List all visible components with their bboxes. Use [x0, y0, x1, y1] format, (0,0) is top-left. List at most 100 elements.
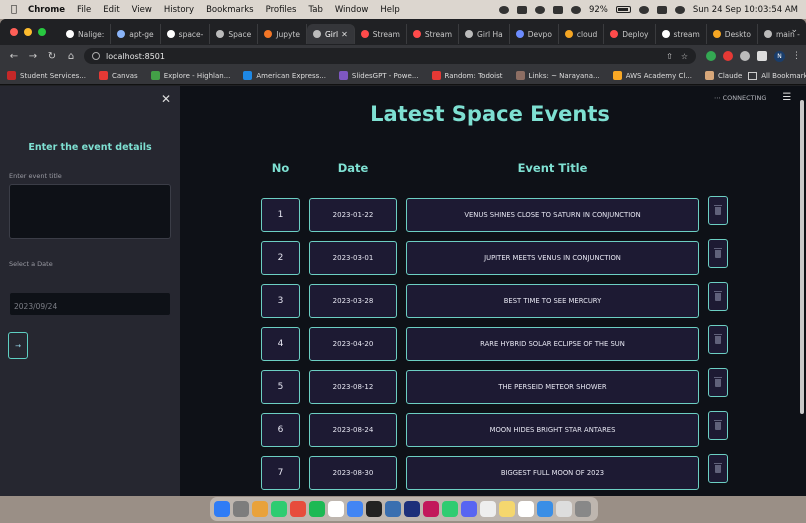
menu-file[interactable]: File	[77, 5, 91, 15]
dock-app-icon[interactable]	[480, 501, 496, 517]
chrome-menu-icon[interactable]: ⋮	[792, 51, 801, 61]
close-window-button[interactable]	[10, 28, 18, 36]
bookmark-item[interactable]: American Express...	[243, 71, 326, 80]
dock-app-icon[interactable]	[423, 501, 439, 517]
close-sidebar-icon[interactable]: ✕	[161, 92, 171, 106]
delete-event-button[interactable]	[708, 282, 728, 311]
tab[interactable]: apt-ge	[111, 24, 161, 44]
address-bar[interactable]: localhost:8501 ⇧ ☆	[84, 48, 696, 64]
menu-tab[interactable]: Tab	[308, 5, 322, 15]
delete-event-button[interactable]	[708, 239, 728, 268]
dock-app-icon[interactable]	[252, 501, 268, 517]
profile-avatar[interactable]: N	[774, 50, 785, 62]
siri-icon[interactable]	[674, 5, 685, 14]
scrollbar[interactable]	[800, 100, 804, 414]
bookmark-item[interactable]: AWS Academy Cl...	[612, 71, 692, 80]
tab[interactable]: Deploy	[604, 24, 656, 44]
tab[interactable]: stream	[656, 24, 707, 44]
delete-event-button[interactable]	[708, 325, 728, 354]
clock[interactable]: Sun 24 Sep 10:03:54 AM	[693, 5, 798, 15]
dock-app-icon[interactable]	[233, 501, 249, 517]
all-bookmarks-button[interactable]: All Bookmarks	[748, 71, 806, 80]
tab[interactable]: Jupyte	[258, 24, 307, 44]
menu-history[interactable]: History	[164, 5, 194, 15]
bookmark-item[interactable]: Claude	[704, 71, 742, 80]
bookmark-item[interactable]: Links: ~ Narayana...	[515, 71, 600, 80]
tab[interactable]: Stream	[355, 24, 407, 44]
bookmark-item[interactable]: SlidesGPT - Powe...	[338, 71, 419, 80]
back-icon[interactable]: ←	[9, 51, 19, 62]
dock-app-icon[interactable]	[575, 501, 591, 517]
tab[interactable]: cloud	[559, 24, 605, 44]
trash-icon	[714, 333, 722, 344]
bluetooth-icon[interactable]	[552, 5, 563, 14]
home-icon[interactable]: ⌂	[66, 51, 76, 62]
minimize-window-button[interactable]	[24, 28, 32, 36]
delete-event-button[interactable]	[708, 411, 728, 440]
status-icon[interactable]	[498, 5, 509, 14]
dock-app-icon[interactable]	[214, 501, 230, 517]
wifi-icon[interactable]	[638, 5, 649, 14]
tab[interactable]: main -	[758, 24, 806, 44]
tab[interactable]: Girl Ha	[459, 24, 510, 44]
menu-profiles[interactable]: Profiles	[266, 5, 297, 15]
address-url[interactable]: localhost:8501	[106, 52, 165, 61]
forward-icon[interactable]: →	[28, 51, 38, 62]
site-info-icon[interactable]	[92, 52, 100, 60]
bookmark-item[interactable]: Explore - Highlan...	[150, 71, 230, 80]
side-panel-icon[interactable]	[757, 51, 767, 61]
dock-app-icon[interactable]	[366, 501, 382, 517]
display-icon[interactable]	[516, 5, 527, 14]
extension-icon[interactable]	[706, 51, 716, 61]
delete-event-button[interactable]	[708, 368, 728, 397]
dock-app-icon[interactable]	[499, 501, 515, 517]
reload-icon[interactable]: ↻	[47, 51, 57, 62]
bookmark-item[interactable]: Random: Todoist	[431, 71, 503, 80]
delete-event-button[interactable]	[708, 196, 728, 225]
menu-help[interactable]: Help	[380, 5, 399, 15]
tab[interactable]: Devpo	[510, 24, 559, 44]
tab[interactable]: Space	[210, 24, 259, 44]
tab[interactable]: Stream	[407, 24, 460, 44]
dock-app-icon[interactable]	[290, 501, 306, 517]
trash-icon	[714, 290, 722, 301]
dock-app-icon[interactable]	[271, 501, 287, 517]
dock-app-icon[interactable]	[537, 501, 553, 517]
close-tab-icon[interactable]: ✕	[341, 30, 348, 39]
tab[interactable]: space-	[161, 24, 211, 44]
tab-search-chevron-icon[interactable]: ⌄	[790, 25, 798, 35]
dock-app-icon[interactable]	[385, 501, 401, 517]
zoom-window-button[interactable]	[38, 28, 46, 36]
trash-icon	[714, 247, 722, 258]
menu-app-name[interactable]: Chrome	[28, 5, 65, 15]
dock-app-icon[interactable]	[442, 501, 458, 517]
extension-icon[interactable]	[723, 51, 733, 61]
tab-label: stream	[673, 29, 700, 39]
control-center-icon[interactable]	[656, 5, 667, 14]
dock-app-icon[interactable]	[328, 501, 344, 517]
apple-icon[interactable]: 	[11, 4, 17, 15]
bookmark-item[interactable]: Student Services...	[7, 71, 86, 80]
delete-event-button[interactable]	[708, 454, 728, 483]
status-icon[interactable]	[570, 5, 581, 14]
dock-app-icon[interactable]	[347, 501, 363, 517]
menu-window[interactable]: Window	[335, 5, 369, 15]
dock-app-icon[interactable]	[461, 501, 477, 517]
favicon-icon	[661, 30, 670, 38]
tab[interactable]: Deskto	[707, 24, 758, 44]
dock-app-icon[interactable]	[518, 501, 534, 517]
extensions-puzzle-icon[interactable]	[740, 51, 750, 61]
battery-icon[interactable]	[615, 6, 631, 13]
menu-edit[interactable]: Edit	[103, 5, 119, 15]
tab-active[interactable]: Girl ✕	[306, 24, 355, 44]
dock-app-icon[interactable]	[309, 501, 325, 517]
bookmark-star-icon[interactable]: ☆	[681, 52, 688, 61]
share-icon[interactable]: ⇧	[666, 52, 673, 61]
menu-view[interactable]: View	[132, 5, 152, 15]
status-icon[interactable]	[534, 5, 545, 14]
menu-bookmarks[interactable]: Bookmarks	[206, 5, 254, 15]
tab[interactable]: Nalige:	[60, 24, 112, 44]
dock-app-icon[interactable]	[404, 501, 420, 517]
dock-app-icon[interactable]	[556, 501, 572, 517]
bookmark-item[interactable]: Canvas	[98, 71, 138, 80]
